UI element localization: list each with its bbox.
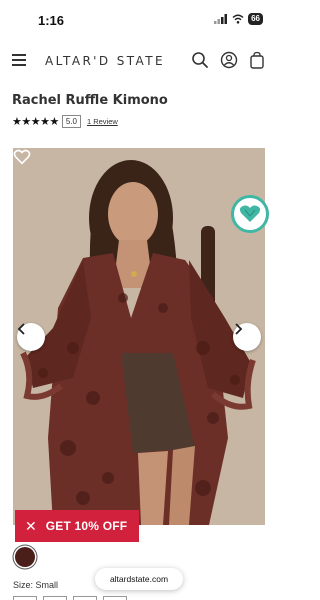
chevron-left-icon xyxy=(17,323,25,335)
promo-banner[interactable]: ✕ GET 10% OFF xyxy=(15,510,139,542)
color-swatch[interactable] xyxy=(15,547,35,567)
product-title: Rachel Ruffle Kimono xyxy=(12,93,168,108)
status-time: 1:16 xyxy=(38,13,65,28)
status-icons: 66 xyxy=(214,13,263,25)
chevron-right-icon xyxy=(235,323,243,335)
size-option[interactable] xyxy=(13,596,37,600)
loyalty-badge[interactable] xyxy=(231,195,269,233)
size-option[interactable] xyxy=(103,596,127,600)
wifi-icon xyxy=(232,14,244,24)
heart-icon[interactable] xyxy=(13,148,31,166)
signal-icon xyxy=(214,14,228,24)
brand-logo[interactable]: ALTAR'D STATE xyxy=(45,54,165,68)
rating-value: 5.0 xyxy=(61,115,81,128)
menu-icon[interactable] xyxy=(12,54,26,66)
browser-url-bar[interactable]: altardstate.com xyxy=(95,568,183,590)
size-option[interactable] xyxy=(73,596,97,600)
promo-label[interactable]: GET 10% OFF xyxy=(46,519,128,533)
heart-gem-icon xyxy=(239,205,261,222)
close-icon[interactable]: ✕ xyxy=(25,518,37,535)
search-icon[interactable] xyxy=(191,51,209,69)
previous-image-button[interactable] xyxy=(17,323,45,351)
battery-icon: 66 xyxy=(248,13,263,25)
product-image[interactable] xyxy=(13,148,265,525)
size-options xyxy=(13,596,127,600)
bag-icon[interactable] xyxy=(248,51,266,69)
rating-stars: ★★★★★ xyxy=(12,116,59,128)
account-icon[interactable] xyxy=(220,51,238,69)
size-label: Size: Small xyxy=(13,580,59,590)
size-option[interactable] xyxy=(43,596,67,600)
status-bar: 1:16 66 xyxy=(0,0,277,40)
review-link[interactable]: 1 Review xyxy=(87,117,118,126)
next-image-button[interactable] xyxy=(233,323,261,351)
site-header: ALTAR'D STATE xyxy=(0,46,277,76)
product-photo xyxy=(13,148,265,525)
product-rating: ★★★★★ 5.0 1 Review xyxy=(12,115,118,128)
